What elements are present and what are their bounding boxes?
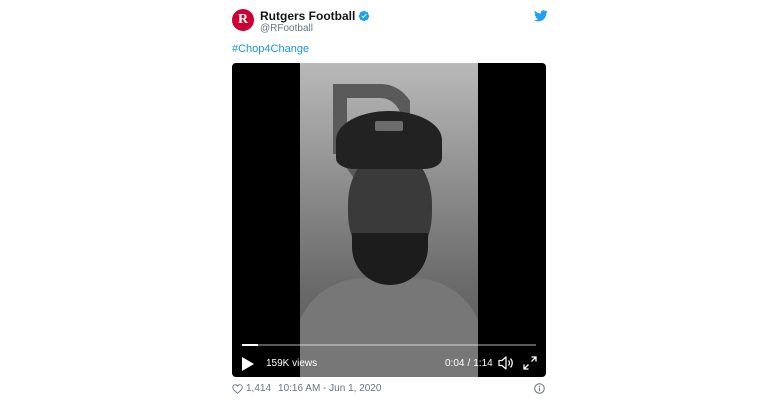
info-icon[interactable]	[534, 383, 545, 394]
volume-icon[interactable]	[498, 356, 514, 370]
avatar[interactable]: R	[232, 9, 254, 31]
cap-patch	[375, 121, 403, 131]
duration: 1:14	[473, 358, 493, 369]
video-timecode: 0:04 / 1:14	[445, 358, 493, 369]
author-name-row[interactable]: Rutgers Football	[260, 9, 370, 23]
tweet-footer: 1,414 10:16 AM - Jun 1, 2020	[232, 383, 381, 394]
avatar-logo-letter: R	[237, 12, 249, 27]
play-icon[interactable]	[242, 357, 254, 371]
verified-badge-icon	[359, 10, 370, 22]
author-handle[interactable]: @RFootball	[260, 23, 313, 34]
progress-bar[interactable]	[242, 344, 536, 346]
view-count: 159K views	[266, 358, 318, 369]
video-frame	[300, 63, 478, 377]
tweet-timestamp[interactable]: 10:16 AM - Jun 1, 2020	[278, 383, 381, 394]
video-player[interactable]: 159K views 0:04 / 1:14	[232, 63, 546, 377]
time-separator: /	[467, 358, 471, 369]
heart-icon[interactable]	[232, 383, 243, 394]
like-count[interactable]: 1,414	[246, 383, 271, 394]
progress-bar-fill	[242, 344, 258, 346]
current-time: 0:04	[445, 358, 465, 369]
person-cap	[336, 111, 442, 169]
fullscreen-icon[interactable]	[523, 356, 537, 370]
hashtag-link[interactable]: #Chop4Change	[232, 43, 309, 55]
author-display-name[interactable]: Rutgers Football	[260, 9, 355, 23]
twitter-bird-icon[interactable]	[534, 10, 548, 22]
embedded-tweet: R Rutgers Football @RFootball #Chop4Chan…	[232, 0, 548, 400]
